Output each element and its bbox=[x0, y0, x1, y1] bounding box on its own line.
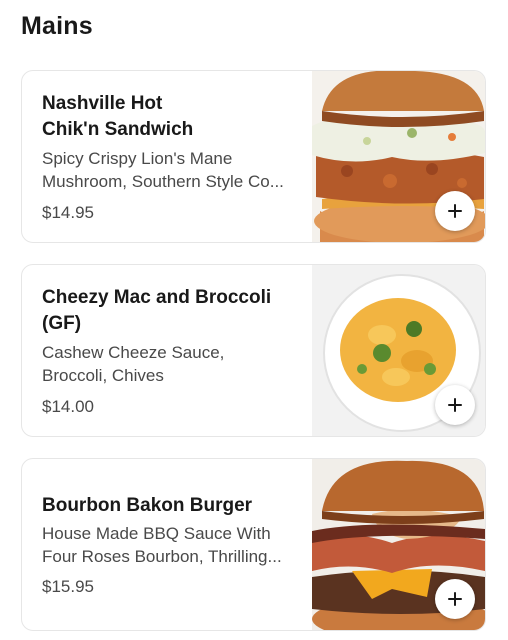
menu-item-name: Nashville Hot Chik'n Sandwich bbox=[42, 93, 194, 140]
plus-icon bbox=[448, 592, 462, 606]
menu-item-description: Cashew Cheeze Sauce, Broccoli, Chives bbox=[42, 343, 225, 385]
menu-item-text: Nashville Hot Chik'n Sandwich Spicy Cris… bbox=[42, 71, 312, 242]
add-to-cart-button[interactable] bbox=[435, 191, 475, 231]
menu-page: Mains Nashville Hot Chik'n Sandwich Spic… bbox=[0, 0, 508, 640]
burger-photo[interactable] bbox=[312, 459, 485, 630]
section-title: Mains bbox=[21, 12, 93, 40]
plus-icon bbox=[448, 204, 462, 218]
menu-item-text: Bourbon Bakon Burger House Made BBQ Sauc… bbox=[42, 459, 312, 630]
plus-icon bbox=[448, 398, 462, 412]
menu-item-description: Spicy Crispy Lion's Mane Mushroom, South… bbox=[42, 149, 284, 191]
menu-item-card[interactable]: Cheezy Mac and Broccoli (GF) Cashew Chee… bbox=[21, 264, 486, 437]
menu-item-price: $15.95 bbox=[42, 577, 94, 596]
menu-item-price: $14.95 bbox=[42, 203, 94, 222]
sandwich-photo[interactable] bbox=[312, 71, 485, 242]
menu-item-card[interactable]: Nashville Hot Chik'n Sandwich Spicy Cris… bbox=[21, 70, 486, 243]
add-to-cart-button[interactable] bbox=[435, 385, 475, 425]
menu-item-card[interactable]: Bourbon Bakon Burger House Made BBQ Sauc… bbox=[21, 458, 486, 631]
menu-item-price: $14.00 bbox=[42, 397, 94, 416]
mac-and-cheese-photo[interactable] bbox=[312, 265, 485, 436]
add-to-cart-button[interactable] bbox=[435, 579, 475, 619]
menu-item-name: Bourbon Bakon Burger bbox=[42, 495, 253, 516]
menu-item-text: Cheezy Mac and Broccoli (GF) Cashew Chee… bbox=[42, 265, 312, 436]
menu-item-name: Cheezy Mac and Broccoli (GF) bbox=[42, 287, 272, 334]
menu-item-description: House Made BBQ Sauce With Four Roses Bou… bbox=[42, 524, 282, 566]
